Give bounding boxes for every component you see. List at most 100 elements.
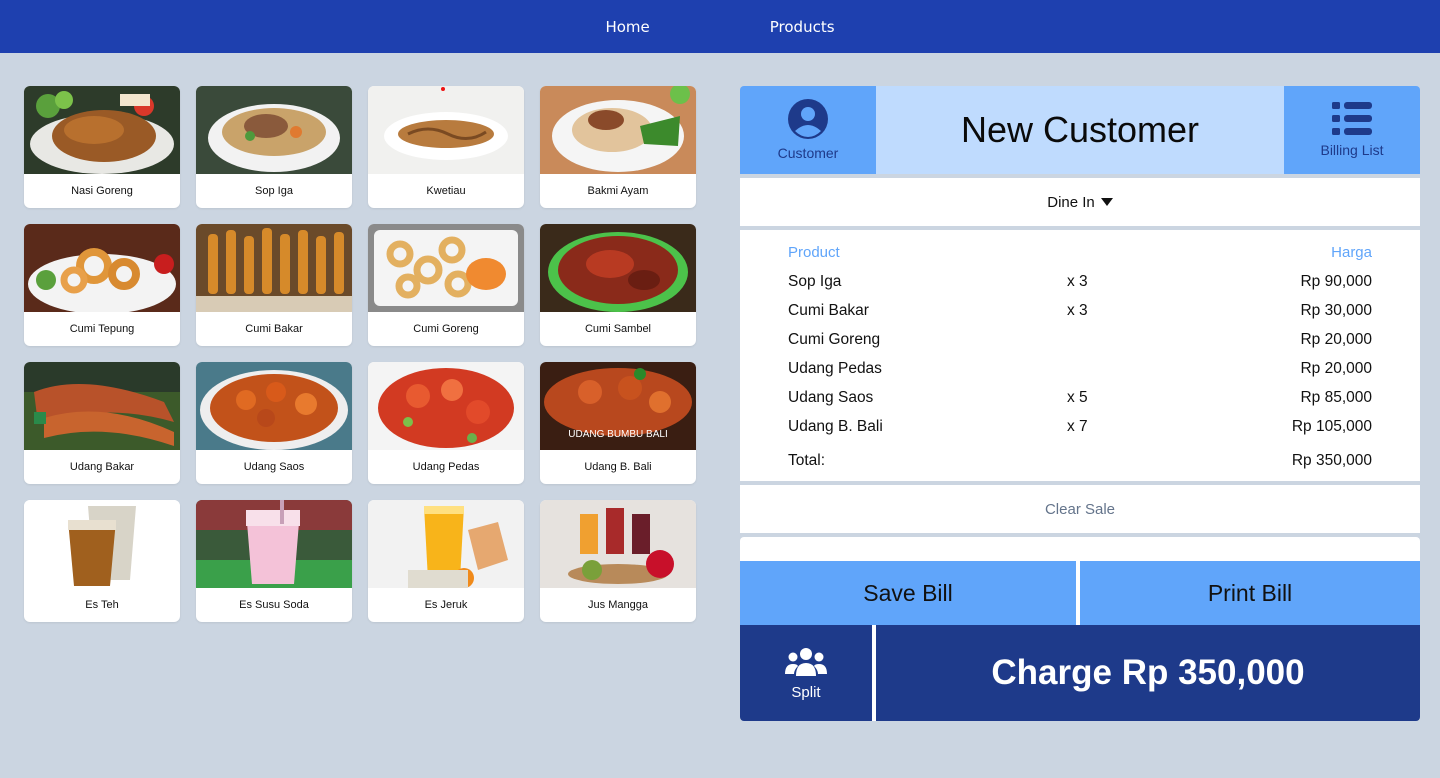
bill-item-name: Udang Pedas (788, 360, 882, 377)
product-name: Kwetiau (426, 185, 466, 197)
product-grid: Nasi Goreng Sop Iga Kwetiau Bakmi Ayam C… (24, 86, 696, 622)
product-name: Udang B. Bali (584, 461, 652, 473)
product-image (540, 500, 696, 588)
bill-item-qty: x 3 (1067, 302, 1088, 319)
nav-home-link[interactable]: Home (605, 18, 649, 36)
bill-item-price: Rp 105,000 (1291, 418, 1372, 435)
product-card-es-susu-soda[interactable]: Es Susu Soda (196, 500, 352, 622)
column-header-product: Product (788, 244, 840, 261)
product-card-cumi-tepung[interactable]: Cumi Tepung (24, 224, 180, 346)
clear-sale-button[interactable]: Clear Sale (740, 485, 1420, 533)
bill-item-price: Rp 90,000 (1300, 273, 1372, 290)
thumb-overlay-text: UDANG BUMBU BALI (568, 429, 667, 440)
product-name: Es Susu Soda (239, 599, 309, 611)
bill-item-qty: x 3 (1067, 273, 1088, 290)
product-card-nasi-goreng[interactable]: Nasi Goreng (24, 86, 180, 208)
bill-row[interactable]: Udang Saos x 5 Rp 85,000 (788, 389, 1372, 409)
product-card-es-jeruk[interactable]: Es Jeruk (368, 500, 524, 622)
bill-row[interactable]: Cumi Bakar x 3 Rp 30,000 (788, 302, 1372, 322)
product-name: Cumi Bakar (245, 323, 303, 335)
product-card-udang-pedas[interactable]: Udang Pedas (368, 362, 524, 484)
product-image (196, 224, 352, 312)
bill-row[interactable]: Udang Pedas Rp 20,000 (788, 360, 1372, 380)
action-area-top (740, 537, 1420, 561)
customer-name-title: New Customer (876, 86, 1284, 174)
product-card-cumi-bakar[interactable]: Cumi Bakar (196, 224, 352, 346)
charge-row: Split Charge Rp 350,000 (740, 625, 1420, 721)
billing-list-label: Billing List (1320, 142, 1384, 158)
billing-list-button[interactable]: Billing List (1284, 86, 1420, 174)
product-image (540, 224, 696, 312)
bill-row[interactable]: Sop Iga x 3 Rp 90,000 (788, 273, 1372, 293)
product-image (24, 224, 180, 312)
product-card-udang-saos[interactable]: Udang Saos (196, 362, 352, 484)
print-bill-button[interactable]: Print Bill (1080, 561, 1420, 625)
bill-item-qty: x 5 (1067, 389, 1088, 406)
product-name: Udang Saos (243, 461, 305, 473)
column-header-harga: Harga (1331, 244, 1372, 261)
product-card-kwetiau[interactable]: Kwetiau (368, 86, 524, 208)
product-name: Nasi Goreng (71, 185, 133, 197)
bill-item-price: Rp 30,000 (1300, 302, 1372, 319)
product-image (196, 362, 352, 450)
checkout-panel: Customer New Customer Billing List Dine … (740, 86, 1420, 721)
product-card-bakmi-ayam[interactable]: Bakmi Ayam (540, 86, 696, 208)
save-bill-button[interactable]: Save Bill (740, 561, 1076, 625)
product-card-udang-b-bali[interactable]: UDANG BUMBU BALI Udang B. Bali (540, 362, 696, 484)
bill-item-qty: x 7 (1067, 418, 1088, 435)
top-navbar: Home Products (0, 0, 1440, 53)
product-image (196, 500, 352, 588)
charge-button[interactable]: Charge Rp 350,000 (876, 625, 1420, 721)
product-card-es-teh[interactable]: Es Teh (24, 500, 180, 622)
customer-header: Customer New Customer Billing List (740, 86, 1420, 174)
product-image (368, 86, 524, 174)
product-name: Bakmi Ayam (587, 185, 649, 197)
customer-button-label: Customer (777, 145, 839, 161)
product-image (540, 86, 696, 174)
product-name: Cumi Tepung (69, 323, 135, 335)
product-name: Es Teh (85, 599, 119, 611)
bill-item-price: Rp 20,000 (1300, 331, 1372, 348)
product-name: Udang Bakar (69, 461, 135, 473)
split-label: Split (791, 683, 821, 701)
product-card-cumi-goreng[interactable]: Cumi Goreng (368, 224, 524, 346)
product-card-sop-iga[interactable]: Sop Iga (196, 86, 352, 208)
clear-sale-label: Clear Sale (1044, 500, 1116, 518)
product-image (196, 86, 352, 174)
bill-item-name: Udang Saos (788, 389, 874, 406)
product-card-jus-mangga[interactable]: Jus Mangga (540, 500, 696, 622)
product-image (368, 362, 524, 450)
product-name: Es Jeruk (424, 599, 468, 611)
bill-list: Product Harga Sop Iga x 3 Rp 90,000 Cumi… (740, 230, 1420, 481)
bill-row[interactable]: Cumi Goreng Rp 20,000 (788, 331, 1372, 351)
product-name: Sop Iga (255, 185, 293, 197)
dine-type-select[interactable]: Dine In (740, 178, 1420, 226)
bill-item-name: Cumi Bakar (788, 302, 869, 319)
product-card-udang-bakar[interactable]: Udang Bakar (24, 362, 180, 484)
product-name: Jus Mangga (588, 599, 648, 611)
bill-item-name: Cumi Goreng (788, 331, 881, 348)
product-image (24, 362, 180, 450)
list-icon (1332, 102, 1372, 135)
bill-item-name: Sop Iga (788, 273, 842, 290)
product-image (24, 86, 180, 174)
product-image (368, 500, 524, 588)
total-label: Total: (788, 452, 826, 469)
total-value: Rp 350,000 (1291, 452, 1372, 469)
bill-item-price: Rp 85,000 (1300, 389, 1372, 406)
bill-item-name: Udang B. Bali (788, 418, 883, 435)
product-name: Cumi Sambel (584, 323, 652, 335)
product-name: Udang Pedas (412, 461, 480, 473)
product-card-cumi-sambel[interactable]: Cumi Sambel (540, 224, 696, 346)
bill-item-price: Rp 20,000 (1300, 360, 1372, 377)
nav-products-link[interactable]: Products (770, 18, 835, 36)
bill-row[interactable]: Udang B. Bali x 7 Rp 105,000 (788, 418, 1372, 438)
dine-type-value: Dine In (1047, 193, 1095, 211)
product-image (24, 500, 180, 588)
save-print-row: Save Bill Print Bill (740, 561, 1420, 625)
customer-button[interactable]: Customer (740, 86, 876, 174)
product-image: UDANG BUMBU BALI (540, 362, 696, 450)
split-button[interactable]: Split (740, 625, 872, 721)
user-circle-icon (788, 99, 828, 139)
users-group-icon (785, 647, 827, 676)
